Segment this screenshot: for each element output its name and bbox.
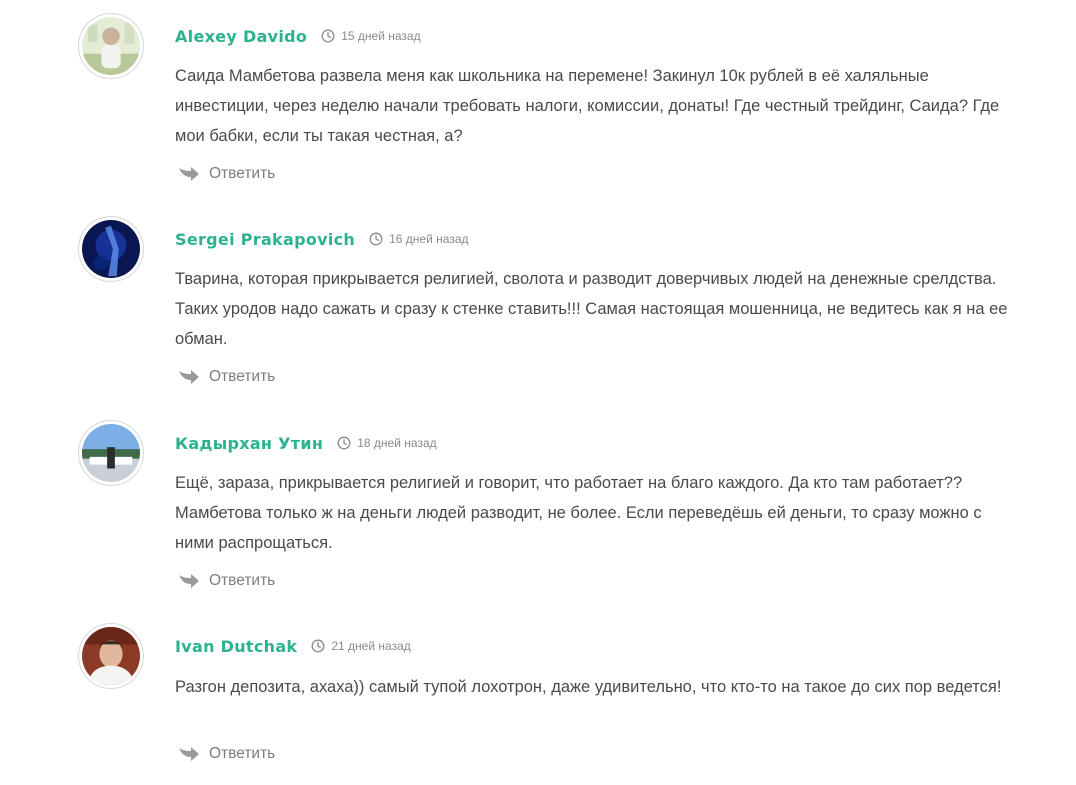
avatar[interactable] [78,623,144,689]
avatar[interactable] [78,420,144,486]
comment-text: Тварина, которая прикрывается религией, … [175,270,1008,348]
reply-arrow-icon [177,165,201,183]
comment-date[interactable]: 15 дней назад [341,29,420,43]
reply-label: Ответить [209,165,276,182]
comment-text: Ещё, зараза, прикрывается религией и гов… [175,474,982,552]
comment-meta: Кадырхан Утин 18 дней назад [175,432,437,454]
avatar-image [82,424,140,482]
reply-label: Ответить [209,368,276,385]
avatar-image [82,17,140,75]
avatar-image [82,220,140,278]
reply-button[interactable]: Ответить [177,743,275,765]
comment-meta: Alexey Davido 15 дней назад [175,25,421,47]
reply-button[interactable]: Ответить [177,570,275,592]
comment-meta: Ivan Dutchak 21 дней назад [175,635,411,657]
avatar[interactable] [78,13,144,79]
comment-text: Саида Мамбетова развела меня как школьни… [175,67,1000,145]
avatar[interactable] [78,216,144,282]
comment-author[interactable]: Ivan Dutchak [175,637,297,656]
clock-icon [369,232,383,246]
clock-icon [321,29,335,43]
reply-label: Ответить [209,572,276,589]
reply-arrow-icon [177,572,201,590]
reply-arrow-icon [177,368,201,386]
clock-icon [337,436,351,450]
reply-arrow-icon [177,745,201,763]
reply-button[interactable]: Ответить [177,366,275,388]
comment-author[interactable]: Sergei Prakapovich [175,230,355,249]
comment-text: Разгон депозита, ахаха)) самый тупой лох… [175,678,1002,696]
reply-button[interactable]: Ответить [177,163,275,185]
comment-author[interactable]: Alexey Davido [175,27,307,46]
comment-date[interactable]: 21 дней назад [331,639,410,653]
comment-author[interactable]: Кадырхан Утин [175,434,323,453]
reply-label: Ответить [209,745,276,762]
clock-icon [311,639,325,653]
avatar-image [82,627,140,685]
comment-date[interactable]: 18 дней назад [357,436,436,450]
comment-meta: Sergei Prakapovich 16 дней назад [175,228,469,250]
comment-date[interactable]: 16 дней назад [389,232,468,246]
